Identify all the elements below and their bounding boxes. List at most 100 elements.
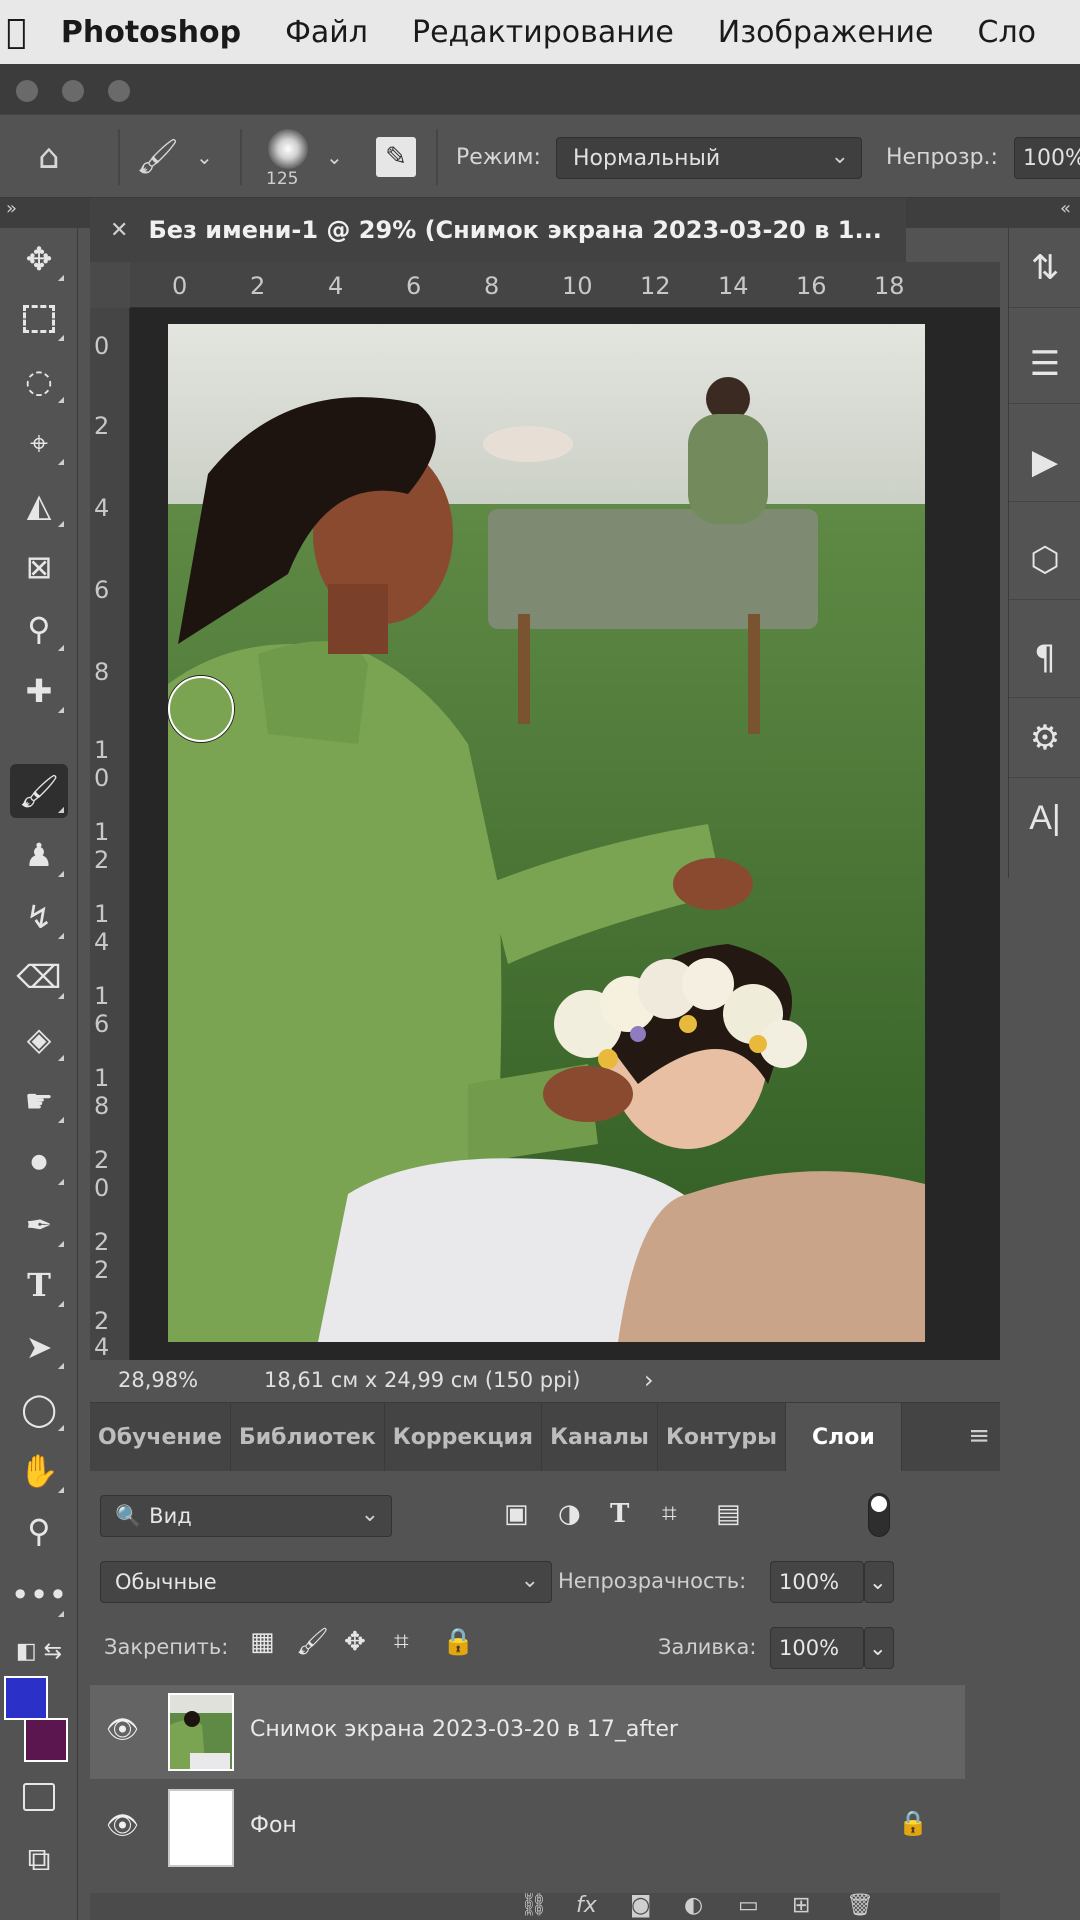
tab-channels[interactable]: Каналы: [542, 1403, 658, 1471]
character-icon[interactable]: A|: [1009, 778, 1080, 858]
crop-tool-icon[interactable]: ◭ ◢: [10, 478, 68, 532]
lock-pixels-icon[interactable]: 🖌: [296, 1627, 329, 1657]
menu-file[interactable]: Файл: [285, 15, 368, 50]
layer-opacity-input[interactable]: 100%: [770, 1561, 864, 1603]
horizontal-ruler[interactable]: 0 2 4 6 8 10 12 14 16 18: [130, 262, 1000, 308]
history-panel-icon[interactable]: ⇅: [1009, 228, 1080, 308]
layers-panel: Обучение Библиотек Коррекция Каналы Конт…: [90, 1402, 1000, 1920]
actions-play-icon[interactable]: ▶: [1009, 422, 1080, 502]
ellipse-tool-icon[interactable]: ◯ ◢: [10, 1382, 68, 1436]
brush-tool-icon[interactable]: 🖌 ◢: [10, 764, 68, 818]
swap-colors-icon[interactable]: ◧ ⇆: [10, 1624, 68, 1678]
menu-edit[interactable]: Редактирование: [412, 15, 674, 50]
path-selection-tool-icon[interactable]: ➤ ◢: [10, 1320, 68, 1374]
pixel-filter-icon[interactable]: ▣: [504, 1499, 529, 1529]
vertical-ruler[interactable]: 0 2 4 6 8 1 0 1 2 1 4 1 6 1 8 2 0 2 2 2 …: [90, 308, 130, 1360]
lock-position-icon[interactable]: ✥: [344, 1627, 366, 1657]
layer-comps-icon[interactable]: ☰: [1009, 324, 1080, 404]
type-tool-icon[interactable]: T ◢: [10, 1258, 68, 1312]
foreground-color-swatch[interactable]: [4, 1676, 48, 1720]
zoom-level[interactable]: 28,98%: [118, 1368, 198, 1392]
close-document-icon[interactable]: ✕: [110, 218, 128, 243]
layer-name[interactable]: Снимок экрана 2023-03-20 в 17_after: [250, 1717, 678, 1742]
brush-cursor: [168, 676, 234, 742]
layer-row[interactable]: 👁 Снимок экрана 2023-03-20 в 17_after: [90, 1685, 965, 1779]
pen-tool-icon[interactable]: ✒ ◢: [10, 1198, 68, 1252]
tab-paths[interactable]: Контуры: [658, 1403, 786, 1471]
dodge-tool-icon[interactable]: ⚫ ◢: [10, 1136, 68, 1190]
chevron-down-icon[interactable]: ⌄: [326, 115, 343, 199]
new-layer-icon[interactable]: ⊞: [792, 1893, 810, 1918]
fx-icon[interactable]: fx: [576, 1893, 597, 1918]
canvas-image[interactable]: [168, 324, 925, 1342]
blend-mode-select[interactable]: Обычные ⌄: [100, 1561, 552, 1603]
menu-image[interactable]: Изображение: [718, 15, 934, 50]
brush-settings-icon[interactable]: ✎: [376, 137, 416, 177]
shape-filter-icon[interactable]: ⌗: [662, 1499, 677, 1530]
brush-tip-icon[interactable]: [268, 129, 308, 169]
more-tools-icon[interactable]: ••• ◢: [10, 1568, 68, 1622]
chevron-down-icon[interactable]: ⌄: [864, 1627, 894, 1669]
healing-brush-tool-icon[interactable]: ✚ ◢: [10, 664, 68, 718]
type-filter-icon[interactable]: T: [610, 1499, 629, 1529]
new-group-icon[interactable]: ▭: [738, 1893, 759, 1918]
3d-cube-icon[interactable]: ⬡: [1009, 520, 1080, 600]
status-menu-arrow[interactable]: ›: [644, 1366, 654, 1394]
tab-learn[interactable]: Обучение: [90, 1403, 231, 1471]
background-color-swatch[interactable]: [24, 1718, 68, 1762]
clone-stamp-tool-icon[interactable]: ♟ ◢: [10, 828, 68, 882]
adjustment-filter-icon[interactable]: ◑: [558, 1499, 581, 1529]
tab-layers[interactable]: Слои: [785, 1403, 902, 1471]
quick-mask-icon[interactable]: [10, 1770, 68, 1824]
expand-toolbar-icon[interactable]: »: [6, 198, 17, 219]
close-window-button[interactable]: [16, 80, 38, 102]
mode-select[interactable]: Нормальный ⌄: [556, 137, 862, 179]
menu-app-name[interactable]: Photoshop: [61, 15, 241, 50]
visibility-eye-icon[interactable]: 👁: [106, 1715, 139, 1745]
quick-selection-tool-icon[interactable]: ⌖ ◢: [10, 416, 68, 470]
menu-layers[interactable]: Сло: [978, 15, 1036, 50]
chevron-down-icon[interactable]: ⌄: [864, 1561, 894, 1603]
eyedropper-tool-icon[interactable]: ⚲ ◢: [10, 602, 68, 656]
opacity-input[interactable]: 100%: [1014, 137, 1080, 179]
link-layers-icon[interactable]: ⛓: [520, 1893, 548, 1918]
brush-preset-icon[interactable]: 🖌: [136, 115, 179, 199]
screen-mode-icon[interactable]: ⧉: [10, 1832, 68, 1886]
tab-libraries[interactable]: Библиотек: [231, 1403, 385, 1471]
chevron-down-icon[interactable]: ⌄: [196, 115, 213, 199]
lock-all-icon[interactable]: 🔒: [442, 1627, 474, 1657]
zoom-window-button[interactable]: [108, 80, 130, 102]
move-tool-icon[interactable]: ✥ ◢: [10, 232, 68, 286]
filter-toggle[interactable]: [868, 1493, 890, 1537]
search-icon: 🔍: [115, 1503, 142, 1528]
eraser-tool-icon[interactable]: ⌫ ◢: [10, 950, 68, 1004]
paragraph-icon[interactable]: ¶: [1009, 618, 1080, 698]
tab-adjustments[interactable]: Коррекция: [385, 1403, 543, 1471]
lock-transparency-icon[interactable]: ▦: [250, 1627, 275, 1657]
home-icon[interactable]: ⌂: [38, 115, 60, 199]
collapse-dock-icon[interactable]: «: [1060, 198, 1071, 219]
minimize-window-button[interactable]: [62, 80, 84, 102]
panel-menu-icon[interactable]: ≡: [968, 1421, 990, 1451]
delete-layer-icon[interactable]: 🗑: [846, 1893, 874, 1918]
frame-tool-icon[interactable]: ⊠: [10, 540, 68, 594]
smart-object-filter-icon[interactable]: ▤: [716, 1499, 741, 1529]
paint-bucket-tool-icon[interactable]: ◈ ◢: [10, 1012, 68, 1066]
layer-filter-select[interactable]: 🔍 Вид ⌄: [100, 1495, 392, 1537]
history-brush-tool-icon[interactable]: ↯ ◢: [10, 890, 68, 944]
fill-input[interactable]: 100%: [770, 1627, 864, 1669]
add-mask-icon[interactable]: ◙: [630, 1893, 651, 1918]
layer-name[interactable]: Фон: [250, 1813, 297, 1838]
apple-icon[interactable]: : [0, 12, 33, 52]
layer-row[interactable]: 👁 Фон 🔒: [90, 1781, 965, 1875]
zoom-tool-icon[interactable]: ⚲: [10, 1504, 68, 1558]
hand-tool-icon[interactable]: ✋ ◢: [10, 1444, 68, 1498]
lasso-tool-icon[interactable]: ◌ ◢: [10, 354, 68, 408]
visibility-eye-icon[interactable]: 👁: [106, 1811, 139, 1841]
lock-artboard-icon[interactable]: ⌗: [394, 1627, 409, 1658]
smudge-tool-icon[interactable]: ☛ ◢: [10, 1074, 68, 1128]
marquee-tool-icon[interactable]: ◢: [10, 292, 68, 346]
document-tab[interactable]: ✕ Без имени-1 @ 29% (Снимок экрана 2023-…: [90, 198, 906, 262]
adjustment-layer-icon[interactable]: ◐: [684, 1893, 703, 1918]
glyphs-icon[interactable]: ⚙: [1009, 698, 1080, 778]
